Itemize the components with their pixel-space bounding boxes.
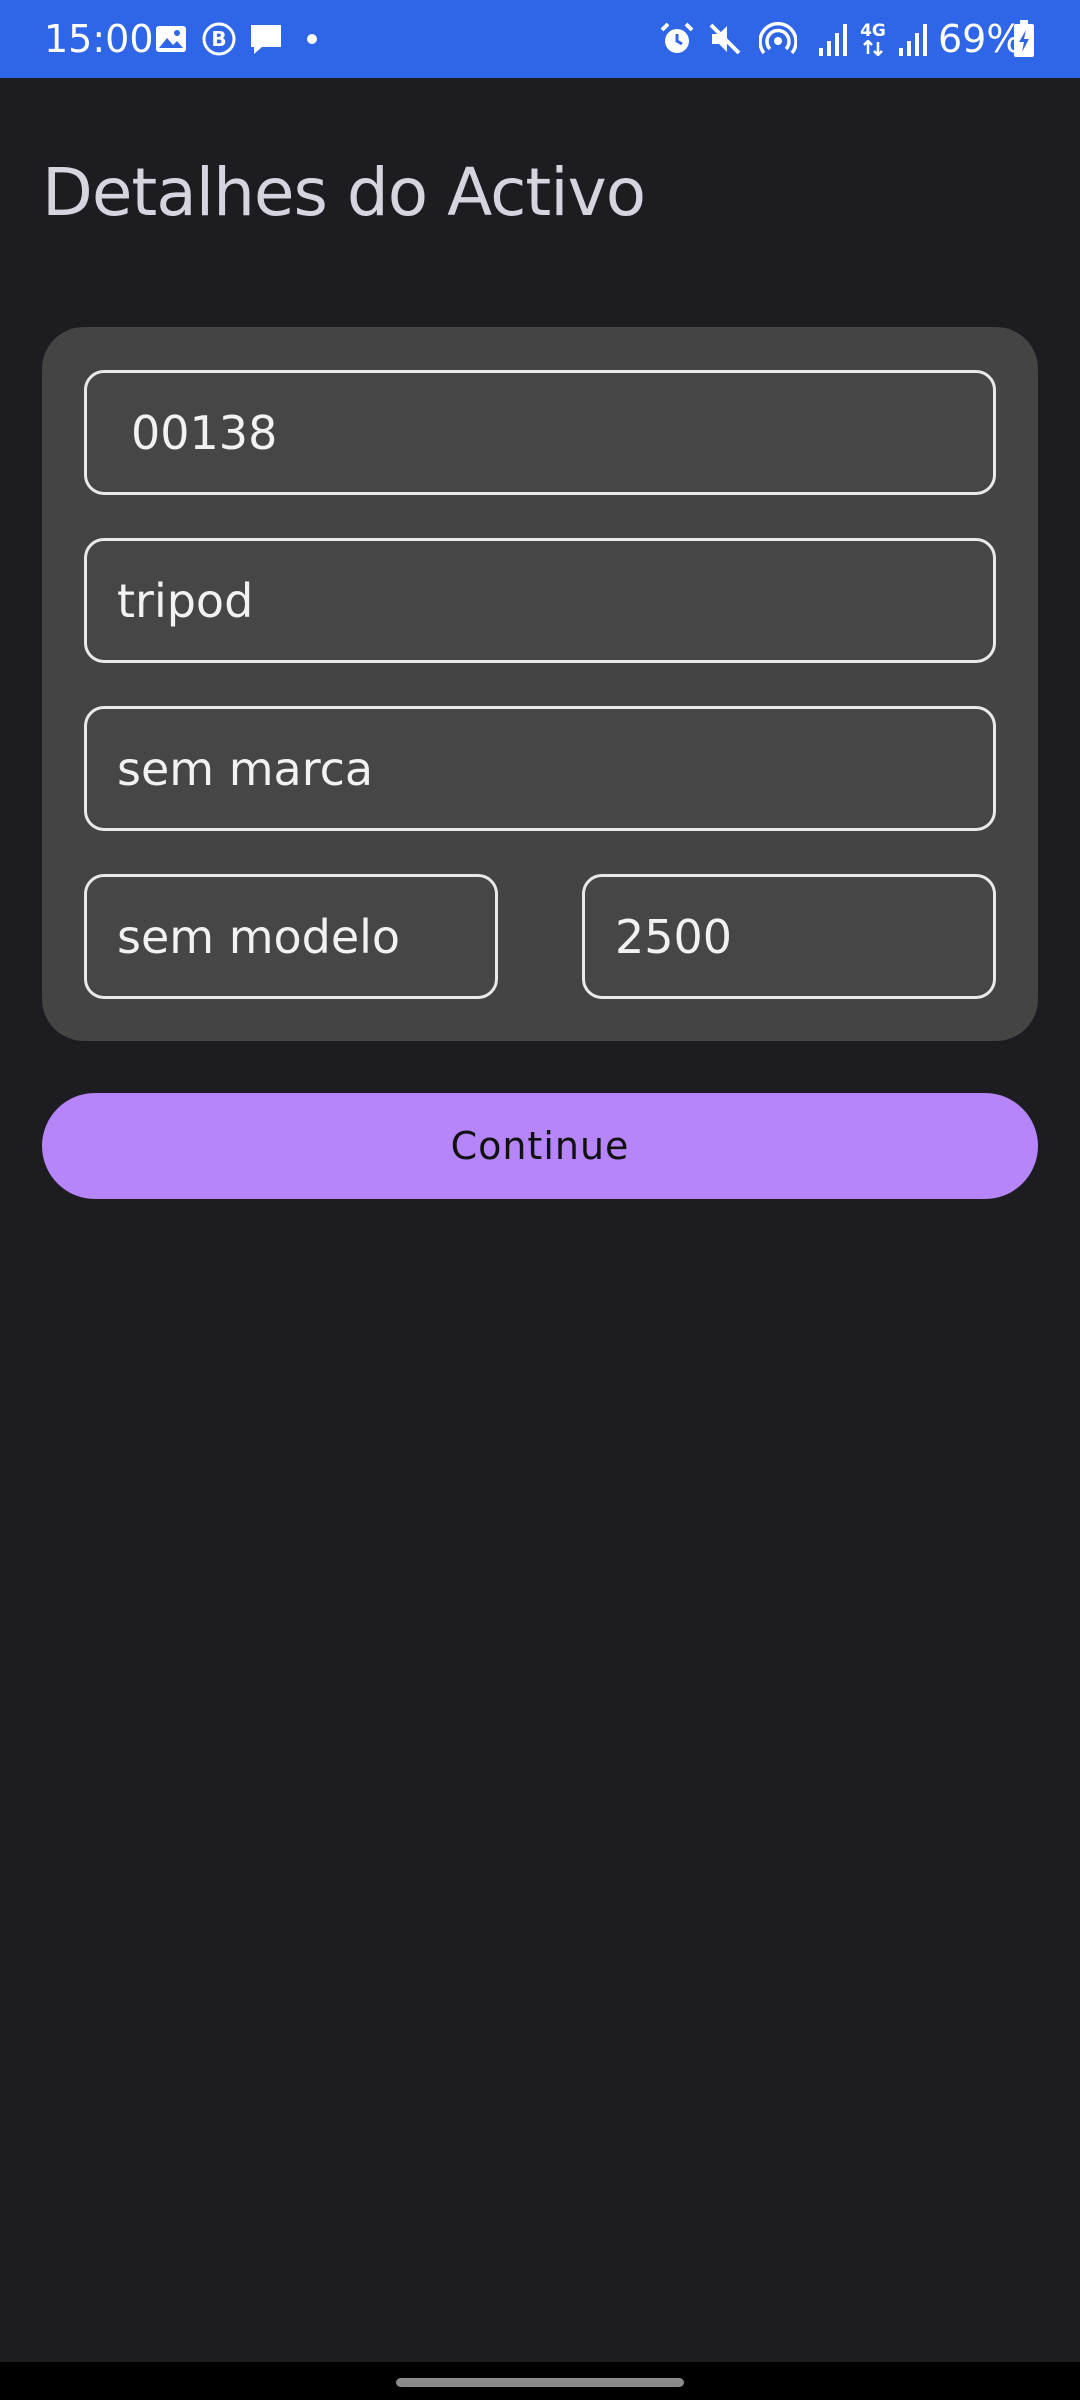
- page-title: Detalhes do Activo: [42, 154, 646, 231]
- asset-name-value: tripod: [117, 573, 254, 628]
- screen: 15:00 B 4G 69% Detalhes do Activo 00138 …: [0, 0, 1080, 2400]
- svg-text:B: B: [211, 27, 226, 51]
- signal-4g-icon: 4G: [858, 20, 888, 58]
- battery-percentage: 69%: [938, 17, 1023, 61]
- alarm-icon: [658, 20, 696, 58]
- dot-icon: [304, 20, 320, 58]
- status-bar: 15:00 B 4G 69%: [0, 0, 1080, 78]
- asset-id-field[interactable]: 00138: [84, 370, 996, 495]
- hotspot-icon: [758, 20, 798, 58]
- asset-brand-value: sem marca: [117, 741, 374, 796]
- mute-icon: [706, 20, 744, 58]
- asset-brand-field[interactable]: sem marca: [84, 706, 996, 831]
- message-icon: [248, 20, 284, 58]
- asset-id-value: 00138: [131, 405, 278, 460]
- signal-icon: [816, 20, 850, 58]
- asset-model-value: sem modelo: [117, 909, 401, 964]
- navigation-bar: [0, 2362, 1080, 2400]
- gallery-icon: [154, 20, 188, 58]
- asset-model-field[interactable]: sem modelo: [84, 874, 498, 999]
- continue-button[interactable]: Continue: [42, 1093, 1038, 1199]
- asset-value-field[interactable]: 2500: [582, 874, 996, 999]
- network-type: 4G: [860, 21, 886, 41]
- battery-charging-icon: [1012, 20, 1036, 58]
- b-badge-icon: B: [200, 20, 238, 58]
- asset-name-field[interactable]: tripod: [84, 538, 996, 663]
- home-indicator[interactable]: [396, 2378, 684, 2387]
- asset-value-value: 2500: [615, 909, 733, 964]
- status-time: 15:00: [44, 17, 154, 61]
- signal-icon: [896, 20, 930, 58]
